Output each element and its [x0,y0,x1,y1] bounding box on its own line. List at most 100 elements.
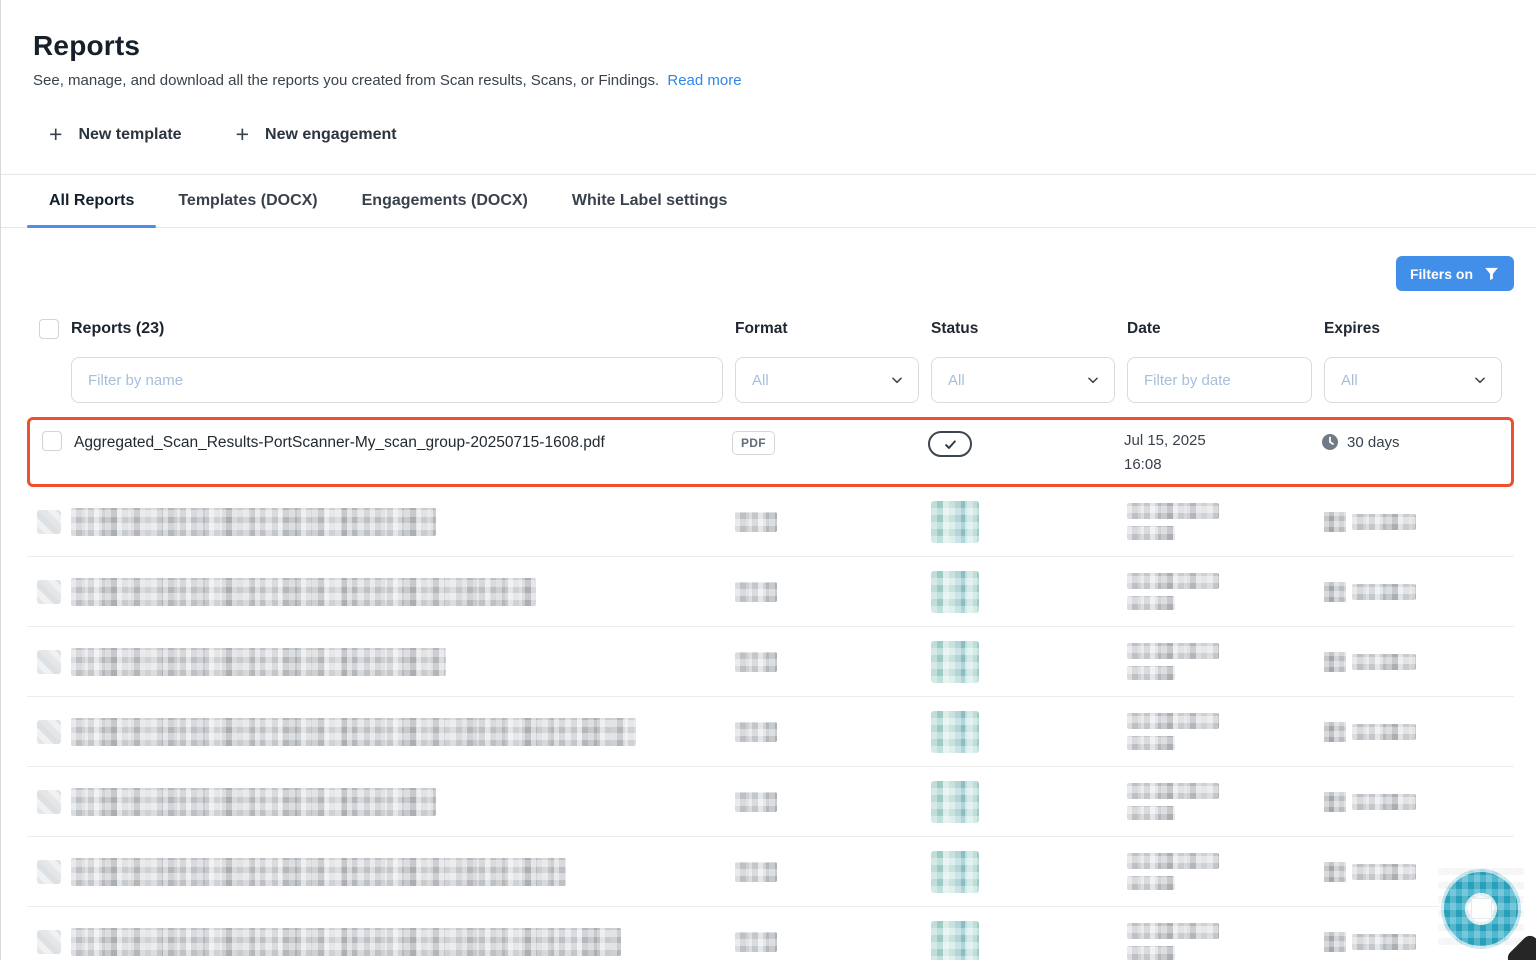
redacted-expires [1324,652,1514,672]
new-template-label: New template [78,126,181,144]
highlighted-report-row[interactable]: Aggregated_Scan_Results-PortScanner-My_s… [27,417,1514,487]
page-header: Reports See, manage, and download all th… [1,0,1536,146]
redacted-expires [1324,792,1514,812]
filter-funnel-icon [1483,265,1500,282]
redacted-checkbox [37,650,61,674]
redacted-status-icon [931,781,979,823]
column-header-date: Date [1127,320,1324,338]
report-date-line1: Jul 15, 2025 [1124,431,1321,451]
format-filter-select[interactable]: All [735,357,919,403]
redacted-report-name [71,858,566,886]
redacted-checkbox [37,790,61,814]
tab-engagements-docx[interactable]: Engagements (DOCX) [340,175,550,227]
redacted-expires [1324,582,1514,602]
redacted-format-badge [735,512,777,532]
column-header-status: Status [931,320,1127,338]
redacted-format-badge [735,862,777,882]
select-all-checkbox[interactable] [39,319,59,339]
redacted-date [1127,923,1324,960]
redacted-status-icon [931,571,979,613]
redacted-report-row[interactable] [27,907,1514,960]
new-engagement-label: New engagement [265,126,397,144]
chevron-down-icon [1473,373,1487,387]
redacted-report-name [71,788,436,816]
redacted-report-name [71,718,636,746]
tab-bar: All Reports Templates (DOCX) Engagements… [1,174,1536,228]
redacted-report-row[interactable] [27,767,1514,837]
clock-icon [1321,433,1339,451]
redacted-date [1127,713,1324,750]
expires-text: 30 days [1347,434,1400,451]
format-filter-value: All [752,372,769,389]
pentest-tools-logo [1438,866,1524,952]
redacted-checkbox [37,930,61,954]
expires-filter-value: All [1341,372,1358,389]
redacted-date [1127,503,1324,540]
redacted-report-name [71,578,536,606]
column-header-expires: Expires [1324,320,1514,338]
status-filter-value: All [948,372,965,389]
filter-by-name-input[interactable] [71,357,723,403]
redacted-format-badge [735,792,777,812]
report-date: Jul 15, 2025 16:08 [1124,431,1321,475]
redacted-expires [1324,512,1514,532]
page-subtitle: See, manage, and download all the report… [33,72,1504,89]
status-filter-select[interactable]: All [931,357,1115,403]
table-filter-row: All All [27,357,1514,403]
logo-center-square [1472,899,1491,918]
expires-filter-select[interactable]: All [1324,357,1502,403]
new-template-button[interactable]: + New template [49,123,182,146]
table-title: Reports (23) [71,320,735,338]
format-badge: PDF [732,431,775,455]
redacted-status-icon [931,921,979,960]
redacted-format-badge [735,582,777,602]
filters-on-button[interactable]: Filters on [1396,256,1514,291]
report-name[interactable]: Aggregated_Scan_Results-PortScanner-My_s… [74,431,732,452]
subtitle-text: See, manage, and download all the report… [33,72,659,89]
redacted-report-row[interactable] [27,697,1514,767]
read-more-link[interactable]: Read more [667,72,741,89]
redacted-date [1127,783,1324,820]
redacted-format-badge [735,722,777,742]
redacted-status-icon [931,711,979,753]
report-date-line2: 16:08 [1124,455,1321,475]
redacted-report-name [71,648,446,676]
chevron-down-icon [1086,373,1100,387]
redacted-checkbox [37,510,61,534]
redacted-date [1127,573,1324,610]
column-header-format: Format [735,320,931,338]
redacted-checkbox [37,860,61,884]
redacted-report-row[interactable] [27,557,1514,627]
redacted-status-icon [931,851,979,893]
redacted-report-row[interactable] [27,487,1514,557]
tab-templates-docx[interactable]: Templates (DOCX) [156,175,339,227]
new-engagement-button[interactable]: + New engagement [236,123,397,146]
page-title: Reports [33,30,1504,62]
tab-white-label-settings[interactable]: White Label settings [550,175,750,227]
redacted-expires [1324,722,1514,742]
redacted-rows [27,487,1514,960]
redacted-report-row[interactable] [27,837,1514,907]
status-finished-toggle[interactable] [928,431,972,457]
header-actions: + New template + New engagement [33,123,1504,146]
table-header-row: Reports (23) Format Status Date Expires [27,317,1514,341]
redacted-checkbox [37,720,61,744]
plus-icon: + [49,123,62,146]
redacted-status-icon [931,501,979,543]
filter-by-date-input[interactable] [1127,357,1312,403]
redacted-date [1127,853,1324,890]
report-expires: 30 days [1321,431,1511,451]
redacted-report-name [71,928,621,956]
redacted-status-icon [931,641,979,683]
redacted-report-row[interactable] [27,627,1514,697]
reports-table: Reports (23) Format Status Date Expires … [27,317,1514,960]
redacted-report-name [71,508,436,536]
redacted-checkbox [37,580,61,604]
filters-row: Filters on [1,228,1536,291]
redacted-format-badge [735,932,777,952]
redacted-format-badge [735,652,777,672]
filters-on-label: Filters on [1410,266,1473,282]
redacted-date [1127,643,1324,680]
tab-all-reports[interactable]: All Reports [27,175,156,227]
row-checkbox[interactable] [42,431,62,451]
